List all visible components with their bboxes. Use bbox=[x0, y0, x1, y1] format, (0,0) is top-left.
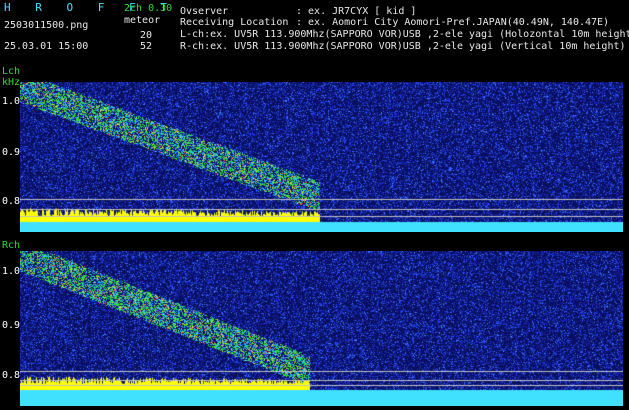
observer-label: Ovserver bbox=[180, 6, 229, 17]
lch-ytick: 0.8 bbox=[2, 196, 21, 207]
file-name: 2503011500.png bbox=[4, 20, 89, 31]
meteor-count-lch: 20 bbox=[140, 30, 153, 41]
lch-label: Lch bbox=[2, 66, 21, 77]
app-version: 2ch 0.30 bbox=[124, 3, 173, 14]
lch-ytick: 1.0 bbox=[2, 96, 21, 107]
location-label: Receiving Location bbox=[180, 17, 289, 28]
observer-value: : ex. JR7CYX [ kid ] bbox=[296, 6, 417, 17]
lch-spectrogram-canvas bbox=[20, 82, 623, 232]
rch-ytick: 0.9 bbox=[2, 320, 21, 331]
meteor-label: meteor bbox=[124, 15, 161, 26]
rch-spectrogram bbox=[20, 251, 623, 406]
lch-description: L-ch:ex. UV5R 113.900Mhz(SAPPORO VOR)USB… bbox=[180, 29, 629, 40]
lch-ytick: 0.9 bbox=[2, 147, 21, 158]
location-value: : ex. Aomori City Aomori-Pref.JAPAN(40.4… bbox=[296, 17, 610, 28]
rch-spectrogram-canvas bbox=[20, 251, 623, 406]
rch-label: Rch bbox=[2, 240, 21, 251]
lch-spectrogram bbox=[20, 82, 623, 232]
rch-description: R-ch:ex. UV5R 113.900Mhz(SAPPORO VOR)USB… bbox=[180, 41, 626, 52]
file-datetime: 25.03.01 15:00 bbox=[4, 41, 89, 52]
meteor-count-rch: 52 bbox=[140, 41, 153, 52]
lch-unit: kHz bbox=[2, 77, 21, 88]
rch-ytick: 0.8 bbox=[2, 370, 21, 381]
rch-ytick: 1.0 bbox=[2, 266, 21, 277]
